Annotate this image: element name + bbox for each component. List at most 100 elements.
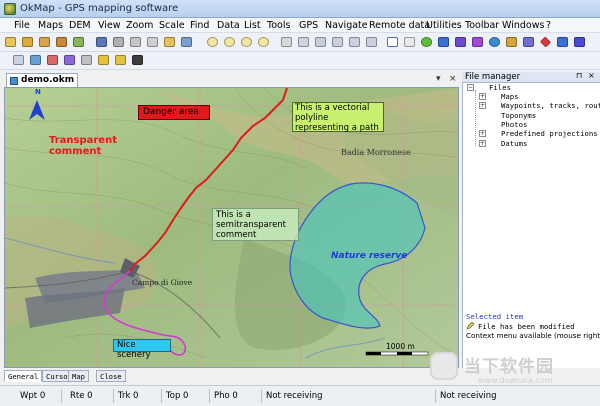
- vectorial-polyline-comment[interactable]: This is a vectorial polyline representin…: [292, 102, 384, 133]
- gps-icon[interactable]: [556, 36, 569, 49]
- tree-expand-waypoints[interactable]: +: [479, 102, 486, 109]
- layers-icon[interactable]: [12, 54, 25, 67]
- menu-gps[interactable]: GPS: [299, 20, 318, 31]
- tree-item-waypoints[interactable]: Waypoints, tracks, routes: [501, 101, 600, 110]
- tab-demo-okm[interactable]: demo.okm: [6, 73, 78, 87]
- tab-label: demo.okm: [21, 75, 75, 85]
- menu-scale[interactable]: Scale: [159, 20, 185, 31]
- menu-find[interactable]: Find: [190, 20, 209, 31]
- selected-item-label: Selected item: [466, 312, 524, 321]
- tab-general[interactable]: General: [4, 370, 43, 382]
- print-icon[interactable]: [112, 36, 125, 49]
- scale-bar: [365, 351, 429, 356]
- menu-file[interactable]: File: [14, 20, 30, 31]
- menu-windows[interactable]: Windows: [502, 20, 544, 31]
- map-calibrate-icon[interactable]: [55, 36, 68, 49]
- diamond-icon[interactable]: [539, 36, 552, 49]
- zoom-out-icon[interactable]: [240, 36, 253, 49]
- window-title: OkMap - GPS mapping software: [20, 3, 179, 14]
- tab-close-button[interactable]: ×: [449, 74, 457, 84]
- title-bar: OkMap - GPS mapping software: [0, 0, 600, 18]
- menu-dem[interactable]: DEM: [69, 20, 91, 31]
- zoom-in-icon[interactable]: [223, 36, 236, 49]
- status-photos: Pho 0: [210, 389, 262, 403]
- zoom-icon[interactable]: [206, 36, 219, 49]
- danger-area-label[interactable]: Danger area: [138, 105, 210, 120]
- transparent-comment[interactable]: Transparent comment: [49, 135, 133, 157]
- crosshair-icon[interactable]: [403, 36, 416, 49]
- pencil-icon: [466, 321, 475, 330]
- badia-morronese-label: Badia Morronese: [341, 148, 411, 157]
- nice-scenery-label[interactable]: Nice scenery: [113, 339, 171, 360]
- tree-item-projections[interactable]: Predefined projections: [501, 129, 598, 138]
- menu-zoom[interactable]: Zoom: [126, 20, 153, 31]
- menu-maps[interactable]: Maps: [38, 20, 63, 31]
- grid-icon[interactable]: [314, 36, 327, 49]
- copy-icon[interactable]: [146, 36, 159, 49]
- image-icon[interactable]: [46, 54, 59, 67]
- marker-icon[interactable]: [522, 36, 535, 49]
- pointer-icon[interactable]: [386, 36, 399, 49]
- tree-item-toponyms[interactable]: Toponyms: [501, 111, 536, 120]
- file-manager-title: File manager: [465, 72, 521, 82]
- photo-icon[interactable]: [63, 54, 76, 67]
- compass-label: N: [35, 88, 41, 96]
- draw-icon[interactable]: [280, 36, 293, 49]
- settings-icon[interactable]: [80, 54, 93, 67]
- main-toolbar: [0, 33, 600, 52]
- ruler-icon[interactable]: [348, 36, 361, 49]
- tab-close[interactable]: Close: [96, 370, 126, 382]
- tree-expand-maps[interactable]: +: [479, 93, 486, 100]
- find-icon[interactable]: [163, 36, 176, 49]
- menu-navigate[interactable]: Navigate: [325, 20, 368, 31]
- edit-icon[interactable]: [297, 36, 310, 49]
- tab-map[interactable]: Map: [68, 370, 89, 382]
- tree-item-datums[interactable]: Datums: [501, 139, 527, 148]
- map-dem-icon[interactable]: [72, 36, 85, 49]
- tree-item-maps[interactable]: Maps: [501, 92, 519, 101]
- semitransparent-comment[interactable]: This is a semitransparent comment: [212, 208, 299, 241]
- properties-icon[interactable]: [180, 36, 193, 49]
- map-view[interactable]: Danger area This is a vectorial polyline…: [4, 87, 459, 368]
- route-icon[interactable]: [365, 36, 378, 49]
- tree-expand-datums[interactable]: +: [479, 140, 486, 147]
- panel-close-icon[interactable]: ×: [588, 71, 595, 80]
- download-icon[interactable]: [114, 54, 127, 67]
- menu-view[interactable]: View: [98, 20, 121, 31]
- track-add-icon[interactable]: [437, 36, 450, 49]
- pin-icon[interactable]: ⊓: [576, 71, 582, 80]
- watermark-url: www.downxia.com: [478, 376, 553, 385]
- tree-item-files[interactable]: Files: [489, 83, 511, 92]
- file-modified-text: File has been modified: [478, 322, 575, 331]
- menu-tools[interactable]: Tools: [267, 20, 290, 31]
- menu-list[interactable]: List: [244, 20, 261, 31]
- route-add-icon[interactable]: [454, 36, 467, 49]
- text-icon[interactable]: [505, 36, 518, 49]
- open-map-icon[interactable]: [4, 36, 17, 49]
- polygon-icon[interactable]: [471, 36, 484, 49]
- open-map-folder-icon[interactable]: [21, 36, 34, 49]
- upload-icon[interactable]: [97, 54, 110, 67]
- color-map-icon[interactable]: [29, 54, 42, 67]
- tree-expand-files[interactable]: −: [467, 84, 474, 91]
- menu-data[interactable]: Data: [217, 20, 240, 31]
- tree-expand-projections[interactable]: +: [479, 130, 486, 137]
- tree-item-photos[interactable]: Photos: [501, 120, 527, 129]
- measure-icon[interactable]: [331, 36, 344, 49]
- menu-utilities[interactable]: Utilities: [426, 20, 462, 31]
- map-layer-icon[interactable]: [38, 36, 51, 49]
- watermark-logo-icon: [430, 352, 458, 380]
- status-gps-receiving: Not receiving: [262, 389, 436, 403]
- save-icon[interactable]: [95, 36, 108, 49]
- navigate-icon[interactable]: [573, 36, 586, 49]
- watermark: 当下软件园 www.downxia.com: [430, 352, 598, 398]
- menu-toolbar[interactable]: Toolbar: [465, 20, 499, 31]
- zoom-fit-icon[interactable]: [257, 36, 270, 49]
- waypoint-add-icon[interactable]: [420, 36, 433, 49]
- print-preview-icon[interactable]: [129, 36, 142, 49]
- circle-icon[interactable]: [488, 36, 501, 49]
- tab-list-button[interactable]: ▾: [436, 74, 441, 84]
- menu-remote-data[interactable]: Remote data: [369, 20, 430, 31]
- menu-help[interactable]: ?: [546, 20, 551, 31]
- convert-icon[interactable]: [131, 54, 144, 67]
